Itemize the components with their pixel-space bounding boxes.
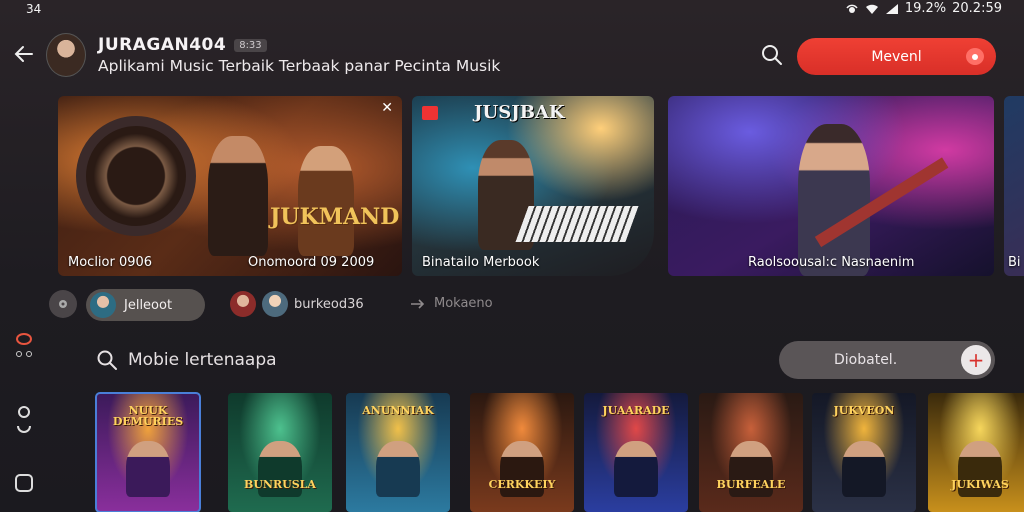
close-icon[interactable]: ✕	[381, 100, 393, 116]
artist-figure	[376, 441, 420, 497]
instrument-graphic	[76, 116, 196, 236]
primary-action-button[interactable]: Mevenl	[797, 38, 996, 75]
artist-figure	[798, 124, 870, 276]
status-time: 34	[26, 2, 42, 16]
album-title: CERKKEIY	[488, 478, 556, 491]
primary-action-label: Mevenl	[871, 48, 922, 65]
album-tile[interactable]: JUAARADE	[584, 393, 688, 512]
banner-caption: Raolsoousal:c Nasnaenim	[748, 255, 915, 270]
nav-library-icon[interactable]	[13, 404, 35, 434]
album-tile[interactable]: JUKVEON	[812, 393, 916, 512]
featured-banner[interactable]: Bi	[1004, 96, 1024, 276]
wifi-icon	[865, 4, 878, 14]
featured-banner[interactable]: JUSJBAK Binatailo Merbook	[412, 96, 654, 276]
record-dot-icon	[966, 48, 984, 65]
status-bar: 34 19.2% 20.2:59	[0, 0, 1024, 20]
arrow-right-icon	[411, 298, 425, 309]
album-title: JUAARADE	[602, 404, 670, 417]
featured-banner[interactable]: JUKMAND ✕ Moclior 0906 Onomoord 09 2009	[58, 96, 402, 276]
channel-subtitle: Aplikami Music Terbaik Terbaak panar Pec…	[98, 57, 501, 75]
avatar	[230, 291, 256, 317]
album-tile[interactable]: JUKIWAS	[928, 393, 1024, 512]
featured-banner[interactable]: Raolsoousal:c Nasnaenim	[668, 96, 994, 276]
signal-icon	[885, 3, 898, 14]
channel-name: JURAGAN404	[98, 35, 227, 55]
search-bar[interactable]: Mobie lertenaapa	[96, 349, 277, 371]
album-tile[interactable]: ANUNNIAK	[346, 393, 450, 512]
chip-link[interactable]: Mokaeno	[410, 296, 493, 311]
banner-caption: Bi	[1008, 255, 1021, 270]
gear-icon	[59, 300, 67, 308]
album-title: ANUNNIAK	[362, 404, 434, 417]
nav-square-icon[interactable]	[13, 472, 35, 494]
search-icon	[97, 350, 117, 370]
channel-avatar[interactable]	[46, 33, 86, 77]
search-icon[interactable]	[759, 42, 785, 68]
album-title: JUKIWAS	[951, 478, 1009, 491]
banner-logo: JUSJBAK	[474, 102, 565, 123]
battery-percent: 19.2%	[904, 1, 947, 16]
album-tile[interactable]: BUNRUSLA	[228, 393, 332, 512]
album-title: BUNRUSLA	[244, 478, 316, 491]
add-button[interactable]: Diobatel. +	[779, 341, 995, 379]
artist-figure	[208, 136, 268, 256]
chip-active-label: Jelleoot	[124, 297, 173, 313]
search-input[interactable]: Mobie lertenaapa	[128, 350, 277, 370]
add-button-label: Diobatel.	[834, 352, 898, 368]
featured-carousel: JUKMAND ✕ Moclior 0906 Onomoord 09 2009 …	[58, 96, 1024, 276]
avatar	[262, 291, 288, 317]
chip-link-label: Mokaeno	[434, 296, 493, 311]
album-title: NUUK DEMURIES	[112, 404, 184, 428]
album-row: NUUK DEMURIES BUNRUSLA ANUNNIAK CERKKEIY JUA…	[95, 392, 1024, 512]
channel-header: JURAGAN404 8:33 Aplikami Music Terbaik T…	[0, 30, 1024, 86]
artist-figure	[298, 146, 354, 256]
artist-figure	[842, 441, 886, 497]
channel-badge: 8:33	[234, 38, 267, 52]
album-tile[interactable]: BURFEALE	[699, 393, 803, 512]
album-tile[interactable]: NUUK DEMURIES	[95, 392, 201, 512]
album-title: JUKVEON	[833, 404, 895, 417]
flag-icon	[422, 106, 438, 120]
keyboard-graphic	[515, 206, 639, 242]
album-tile[interactable]: CERKKEIY	[470, 393, 574, 512]
album-title: BURFEALE	[716, 478, 786, 491]
banner-caption-left: Moclior 0906	[68, 255, 153, 270]
plus-icon: +	[961, 345, 991, 375]
banner-caption: Binatailo Merbook	[422, 255, 540, 270]
avatar	[90, 292, 116, 318]
chip-menu-button[interactable]	[49, 290, 77, 318]
banner-caption-right: Onomoord 09 2009	[248, 255, 375, 270]
hotspot-icon	[846, 4, 858, 13]
chip-users-label: burkeod36	[294, 296, 364, 312]
chip-active[interactable]: Jelleoot	[86, 289, 205, 321]
back-arrow-icon[interactable]	[12, 42, 36, 66]
channel-title-row: JURAGAN404 8:33	[98, 35, 267, 55]
filter-chips: Jelleoot burkeod36 Mokaeno	[49, 289, 569, 321]
artist-figure	[126, 441, 170, 497]
banner-logo: JUKMAND	[270, 204, 400, 230]
side-nav	[0, 320, 50, 512]
artist-figure	[614, 441, 658, 497]
status-clock: 20.2:59	[952, 1, 1002, 16]
nav-home-icon[interactable]	[13, 330, 35, 360]
status-icons: 19.2% 20.2:59	[845, 1, 1002, 16]
chip-users[interactable]: burkeod36	[230, 291, 364, 317]
